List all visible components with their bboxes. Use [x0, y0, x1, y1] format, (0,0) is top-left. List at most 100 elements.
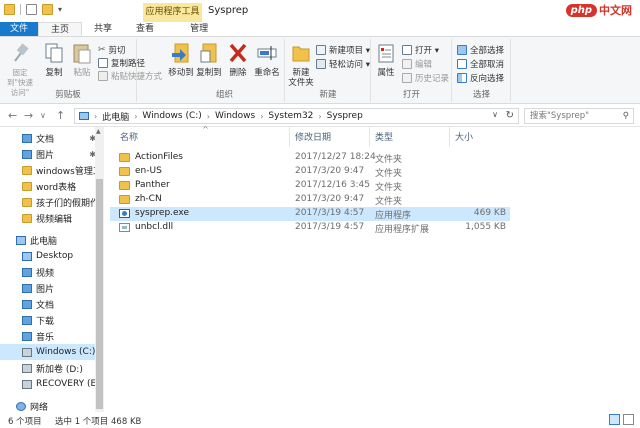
details-view-icon[interactable] — [609, 414, 620, 425]
new-folder-quick-icon[interactable] — [42, 4, 53, 15]
up-arrow-icon[interactable]: ↑ — [56, 109, 65, 122]
nav-item-music[interactable]: 音乐 — [0, 328, 100, 344]
nav-label: 新加卷 (D:) — [36, 364, 83, 375]
breadcrumb-this-pc[interactable]: 此电脑 — [102, 110, 129, 123]
forward-arrow-icon[interactable]: → — [24, 109, 33, 122]
address-dropdown-icon[interactable]: ∨ — [492, 110, 498, 119]
nav-item-windows-admin[interactable]: windows管理工 — [0, 162, 100, 178]
large-icons-view-icon[interactable] — [623, 414, 634, 425]
properties-button[interactable]: 属性 — [374, 41, 398, 78]
breadcrumb-system32[interactable]: System32 — [268, 111, 313, 121]
copy-label: 复制 — [45, 68, 63, 78]
tab-view[interactable]: 查看 — [124, 22, 166, 36]
nav-item-pictures[interactable]: 图片 — [0, 280, 100, 296]
copy-to-button[interactable]: 复制到 — [195, 41, 223, 78]
address-field[interactable]: › 此电脑 › Windows (C:) › Windows › System3… — [74, 108, 519, 124]
nav-item-documents-pinned[interactable]: 文档 ✱ — [0, 130, 100, 146]
delete-label: 删除 — [229, 68, 247, 78]
file-row[interactable]: en-US 2017/3/20 9:47 文件夹 — [110, 165, 510, 179]
nav-scrollbar[interactable]: ▲ — [95, 127, 104, 412]
customize-toolbar-icon[interactable]: ▾ — [58, 5, 62, 14]
file-row[interactable]: unbcl.dll 2017/3/19 4:57 应用程序扩展 1,055 KB — [110, 221, 510, 235]
file-row[interactable]: ActionFiles 2017/12/27 18:24 文件夹 — [110, 151, 510, 165]
tab-manage[interactable]: 管理 — [178, 22, 220, 36]
select-none-button[interactable]: 全部取消 — [457, 57, 504, 70]
new-item-label: 新建项目 ▾ — [329, 45, 370, 56]
select-all-button[interactable]: 全部选择 — [457, 43, 504, 56]
application-tools-tab[interactable]: 应用程序工具 — [143, 3, 202, 22]
nav-item-video-editing[interactable]: 视频编辑 — [0, 210, 100, 226]
tab-file[interactable]: 文件 — [0, 22, 39, 36]
file-row-selected[interactable]: sysprep.exe 2017/3/19 4:57 应用程序 469 KB — [110, 207, 510, 221]
downloads-icon — [22, 315, 32, 325]
copy-path-button[interactable]: 复制路径 — [98, 56, 145, 69]
folder-icon — [22, 165, 32, 175]
nav-label: 音乐 — [36, 332, 55, 343]
new-folder-button[interactable]: 新建 文件夹 — [288, 41, 314, 88]
column-header-date[interactable]: 修改日期 — [295, 130, 331, 143]
edit-button[interactable]: 编辑 — [402, 57, 432, 70]
nav-item-documents[interactable]: 文档 — [0, 296, 100, 312]
nav-item-this-pc[interactable]: 此电脑 — [0, 232, 100, 248]
history-button[interactable]: 历史记录 — [402, 71, 449, 84]
column-header-type[interactable]: 类型 — [375, 130, 393, 143]
nav-item-desktop[interactable]: Desktop — [0, 248, 100, 264]
delete-button[interactable]: 删除 — [227, 41, 249, 78]
paste-shortcut-button[interactable]: 粘贴快捷方式 — [98, 69, 162, 82]
file-row[interactable]: zh-CN 2017/3/20 9:47 文件夹 — [110, 193, 510, 207]
nav-item-kids-homework[interactable]: 孩子们的假期作业 — [0, 194, 100, 210]
music-icon — [22, 331, 32, 341]
scroll-up-icon[interactable]: ▲ — [96, 128, 101, 135]
move-to-button[interactable]: 移动到 — [167, 41, 195, 78]
file-row[interactable]: Panther 2017/12/16 3:45 文件夹 — [110, 179, 510, 193]
properties-icon — [375, 41, 397, 65]
breadcrumb-windows-c[interactable]: Windows (C:) — [142, 111, 201, 121]
nav-item-recovery-e[interactable]: RECOVERY (E:) — [0, 376, 100, 392]
paste-shortcut-label: 粘贴快捷方式 — [111, 71, 163, 82]
column-header-name[interactable]: 名称 — [120, 130, 138, 143]
select-group: 全部选择 全部取消 反向选择 选择 — [453, 39, 511, 102]
nav-item-windows-c[interactable]: Windows (C:) — [0, 344, 100, 360]
breadcrumb-windows[interactable]: Windows — [215, 111, 255, 121]
copy-button[interactable]: 复制 — [42, 41, 66, 78]
invert-selection-button[interactable]: 反向选择 — [457, 71, 504, 84]
properties-quick-icon[interactable] — [26, 4, 37, 15]
recent-locations-icon[interactable]: ∨ — [40, 111, 46, 120]
refresh-icon[interactable]: ↻ — [506, 110, 514, 121]
cut-label: 剪切 — [108, 45, 126, 56]
file-date: 2017/3/20 9:47 — [295, 194, 365, 204]
nav-label: Windows (C:) — [36, 347, 96, 357]
easy-access-button[interactable]: 轻松访问 ▾ — [316, 57, 370, 70]
paste-button[interactable]: 粘贴 — [70, 41, 94, 78]
nav-item-pictures-pinned[interactable]: 图片 ✱ — [0, 146, 100, 162]
document-icon — [22, 133, 32, 143]
file-name: zh-CN — [135, 194, 162, 204]
nav-item-new-volume-d[interactable]: 新加卷 (D:) — [0, 360, 100, 376]
file-size: 469 KB — [473, 208, 506, 218]
open-button[interactable]: 打开 ▾ — [402, 43, 439, 56]
sort-caret-icon: ^ — [202, 125, 209, 134]
nav-scrollbar-thumb[interactable] — [96, 179, 103, 409]
file-date: 2017/12/16 3:45 — [295, 180, 370, 190]
pictures-icon — [22, 283, 32, 293]
file-type: 文件夹 — [375, 183, 403, 193]
back-arrow-icon[interactable]: ← — [8, 109, 17, 122]
tab-home[interactable]: 主页 — [38, 22, 83, 36]
nav-label: 文档 — [36, 300, 55, 311]
desktop-icon — [22, 251, 32, 261]
nav-item-downloads[interactable]: 下载 — [0, 312, 100, 328]
nav-label: Desktop — [36, 251, 74, 261]
breadcrumb-sysprep[interactable]: Sysprep — [327, 111, 363, 121]
rename-button[interactable]: 重命名 — [253, 41, 281, 78]
nav-item-videos[interactable]: 视频 — [0, 264, 100, 280]
nav-item-word-tables[interactable]: word表格 — [0, 178, 100, 194]
invert-selection-label: 反向选择 — [470, 73, 505, 84]
selection-info: 选中 1 个项目 468 KB — [55, 417, 142, 427]
select-none-label: 全部取消 — [470, 59, 505, 70]
new-item-button[interactable]: 新建项目 ▾ — [316, 43, 370, 56]
tab-share[interactable]: 共享 — [82, 22, 124, 36]
nav-label: 网络 — [30, 402, 49, 413]
cut-button[interactable]: ✂ 剪切 — [98, 43, 126, 56]
search-input[interactable]: 搜索"Sysprep" ⚲ — [524, 108, 634, 124]
column-header-size[interactable]: 大小 — [455, 130, 473, 143]
